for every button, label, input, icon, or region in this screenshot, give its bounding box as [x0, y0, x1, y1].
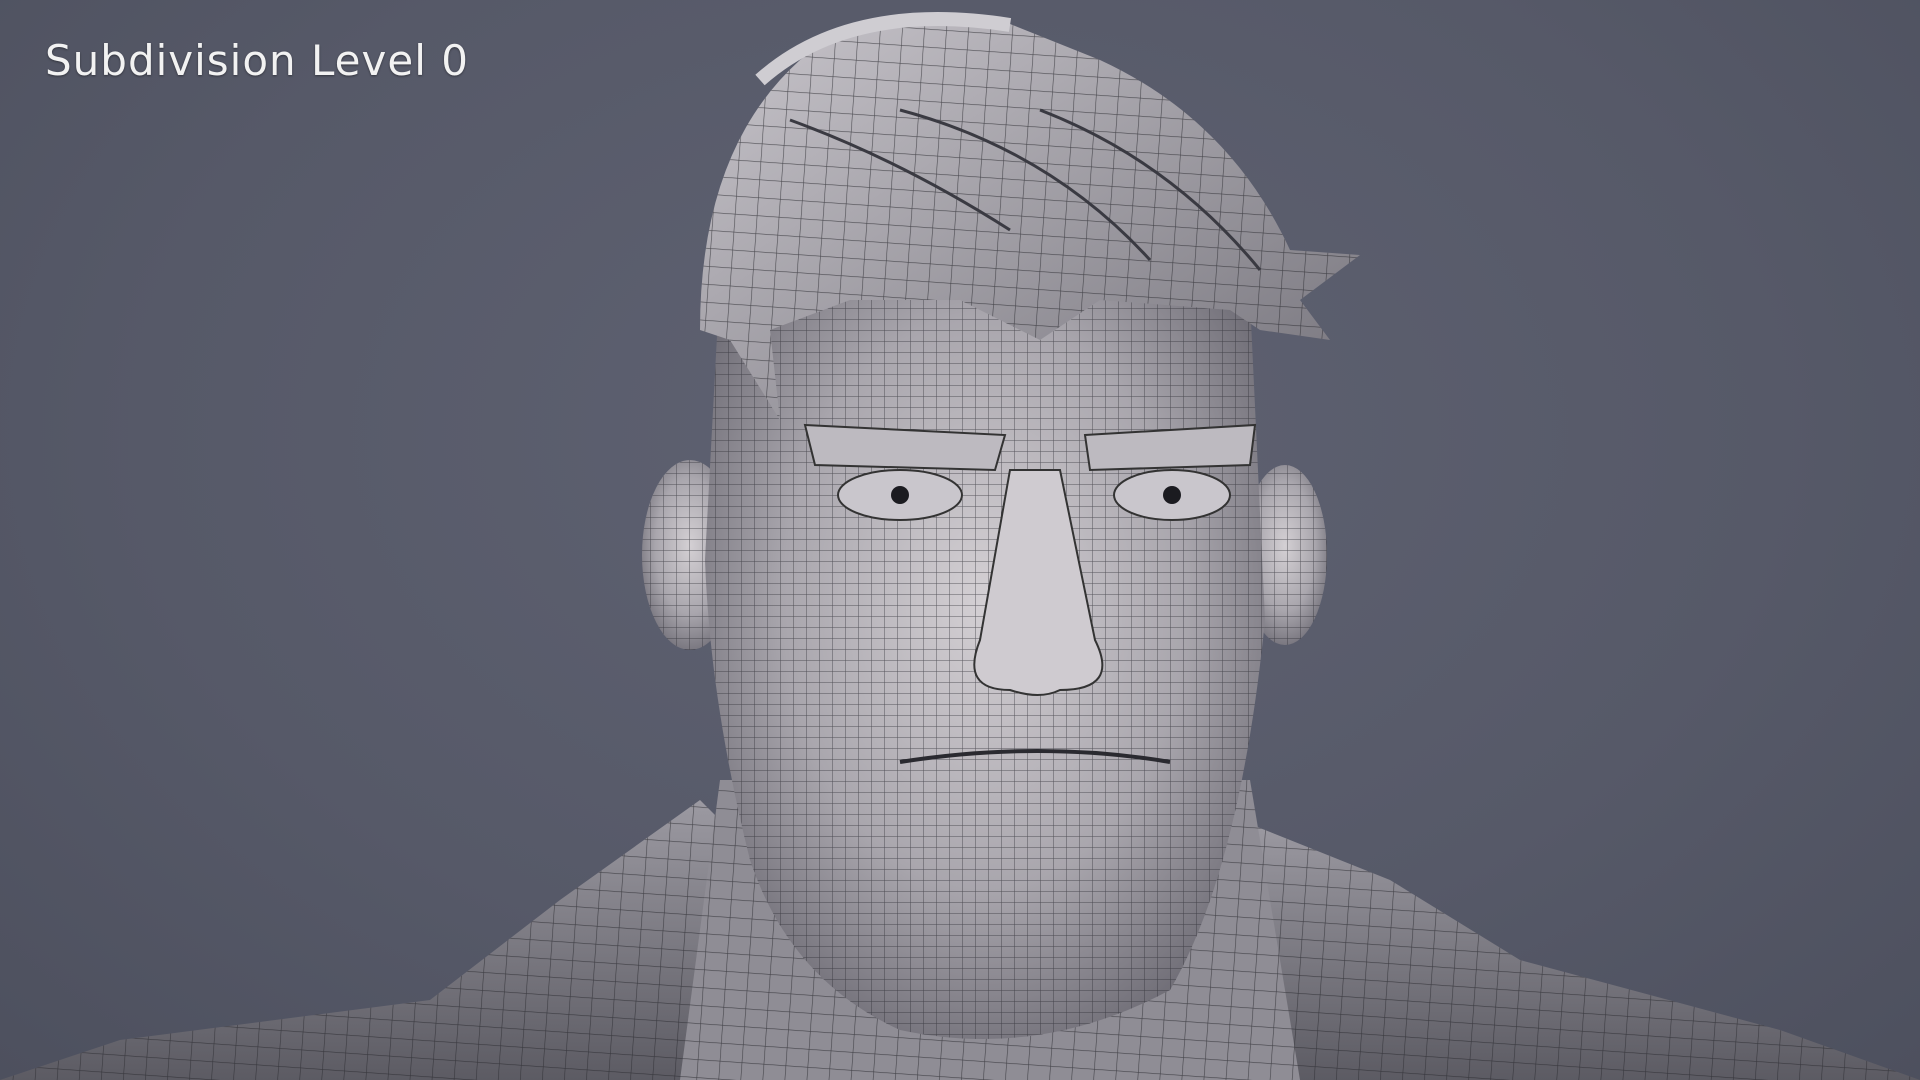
- wireframe-character-render: [0, 12, 1920, 1080]
- subdivision-level-caption: Subdivision Level 0: [45, 36, 469, 85]
